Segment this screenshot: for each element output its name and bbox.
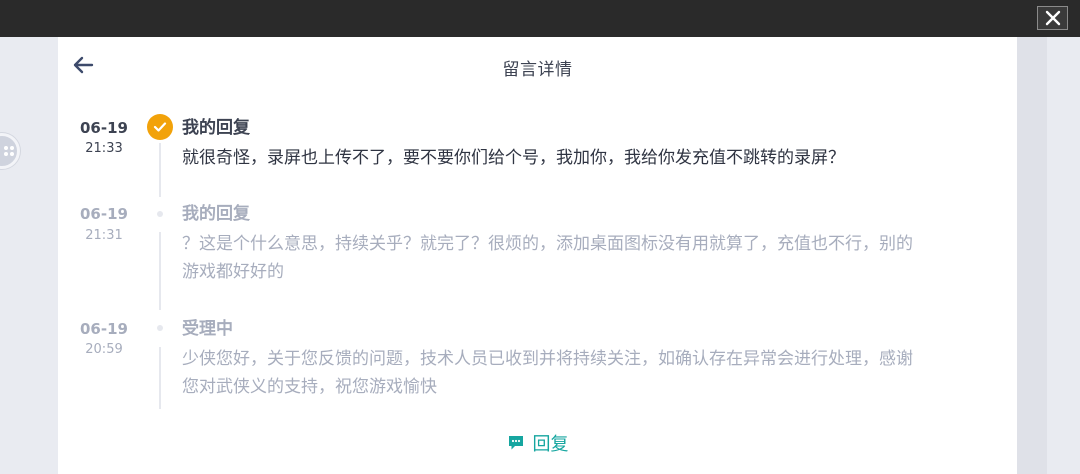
timeline-line: [159, 232, 161, 310]
chat-bubble-icon: [508, 436, 523, 450]
floating-menu-handle[interactable]: [0, 133, 20, 169]
reply-label: 回复: [532, 434, 569, 455]
entry-date: 06-19: [80, 205, 128, 223]
entry-status: 受理中: [182, 319, 233, 339]
entry-time: 21:31: [85, 228, 123, 243]
entry-time: 21:33: [85, 141, 123, 156]
entry-date: 06-19: [80, 320, 128, 338]
reply-button[interactable]: 回复: [58, 430, 1017, 456]
entry-message-line: 游戏都好好的: [182, 262, 284, 282]
entry-time: 20:59: [85, 342, 123, 357]
entry-status: 我的回复: [182, 118, 250, 138]
entry-message-line: ？这是个什么意思，持续关乎？就完了？很烦的，添加桌面图标没有用就算了，充值也不行…: [182, 234, 913, 254]
timeline-line: [159, 347, 161, 409]
entry-message-line: 您对武侠义的支持，祝您游戏愉快: [182, 377, 437, 397]
check-icon: [153, 122, 167, 132]
page-title: 留言详情: [502, 60, 573, 80]
message-detail-panel: 留言详情 06-19 21:33 我的回复 就很奇怪，录屏也上传不了，要不要你们…: [58, 37, 1017, 474]
timeline-line: [159, 143, 161, 197]
entry-message: 就很奇怪，录屏也上传不了，要不要你们给个号，我加你，我给你发充值不跳转的录屏？: [182, 148, 845, 168]
status-check-marker: [147, 114, 173, 140]
grid-dots-icon: [4, 146, 14, 156]
close-button[interactable]: [1037, 6, 1068, 30]
window-title-bar: [0, 0, 1080, 37]
status-dot-marker: [157, 211, 163, 217]
entry-status: 我的回复: [182, 204, 250, 224]
close-icon: [1045, 10, 1060, 26]
status-dot-marker: [157, 325, 163, 331]
background-strip: [1017, 37, 1047, 474]
entry-date: 06-19: [80, 119, 128, 137]
entry-message-line: 少侠您好，关于您反馈的问题，技术人员已收到并将持续关注，如确认存在异常会进行处理…: [182, 349, 913, 369]
